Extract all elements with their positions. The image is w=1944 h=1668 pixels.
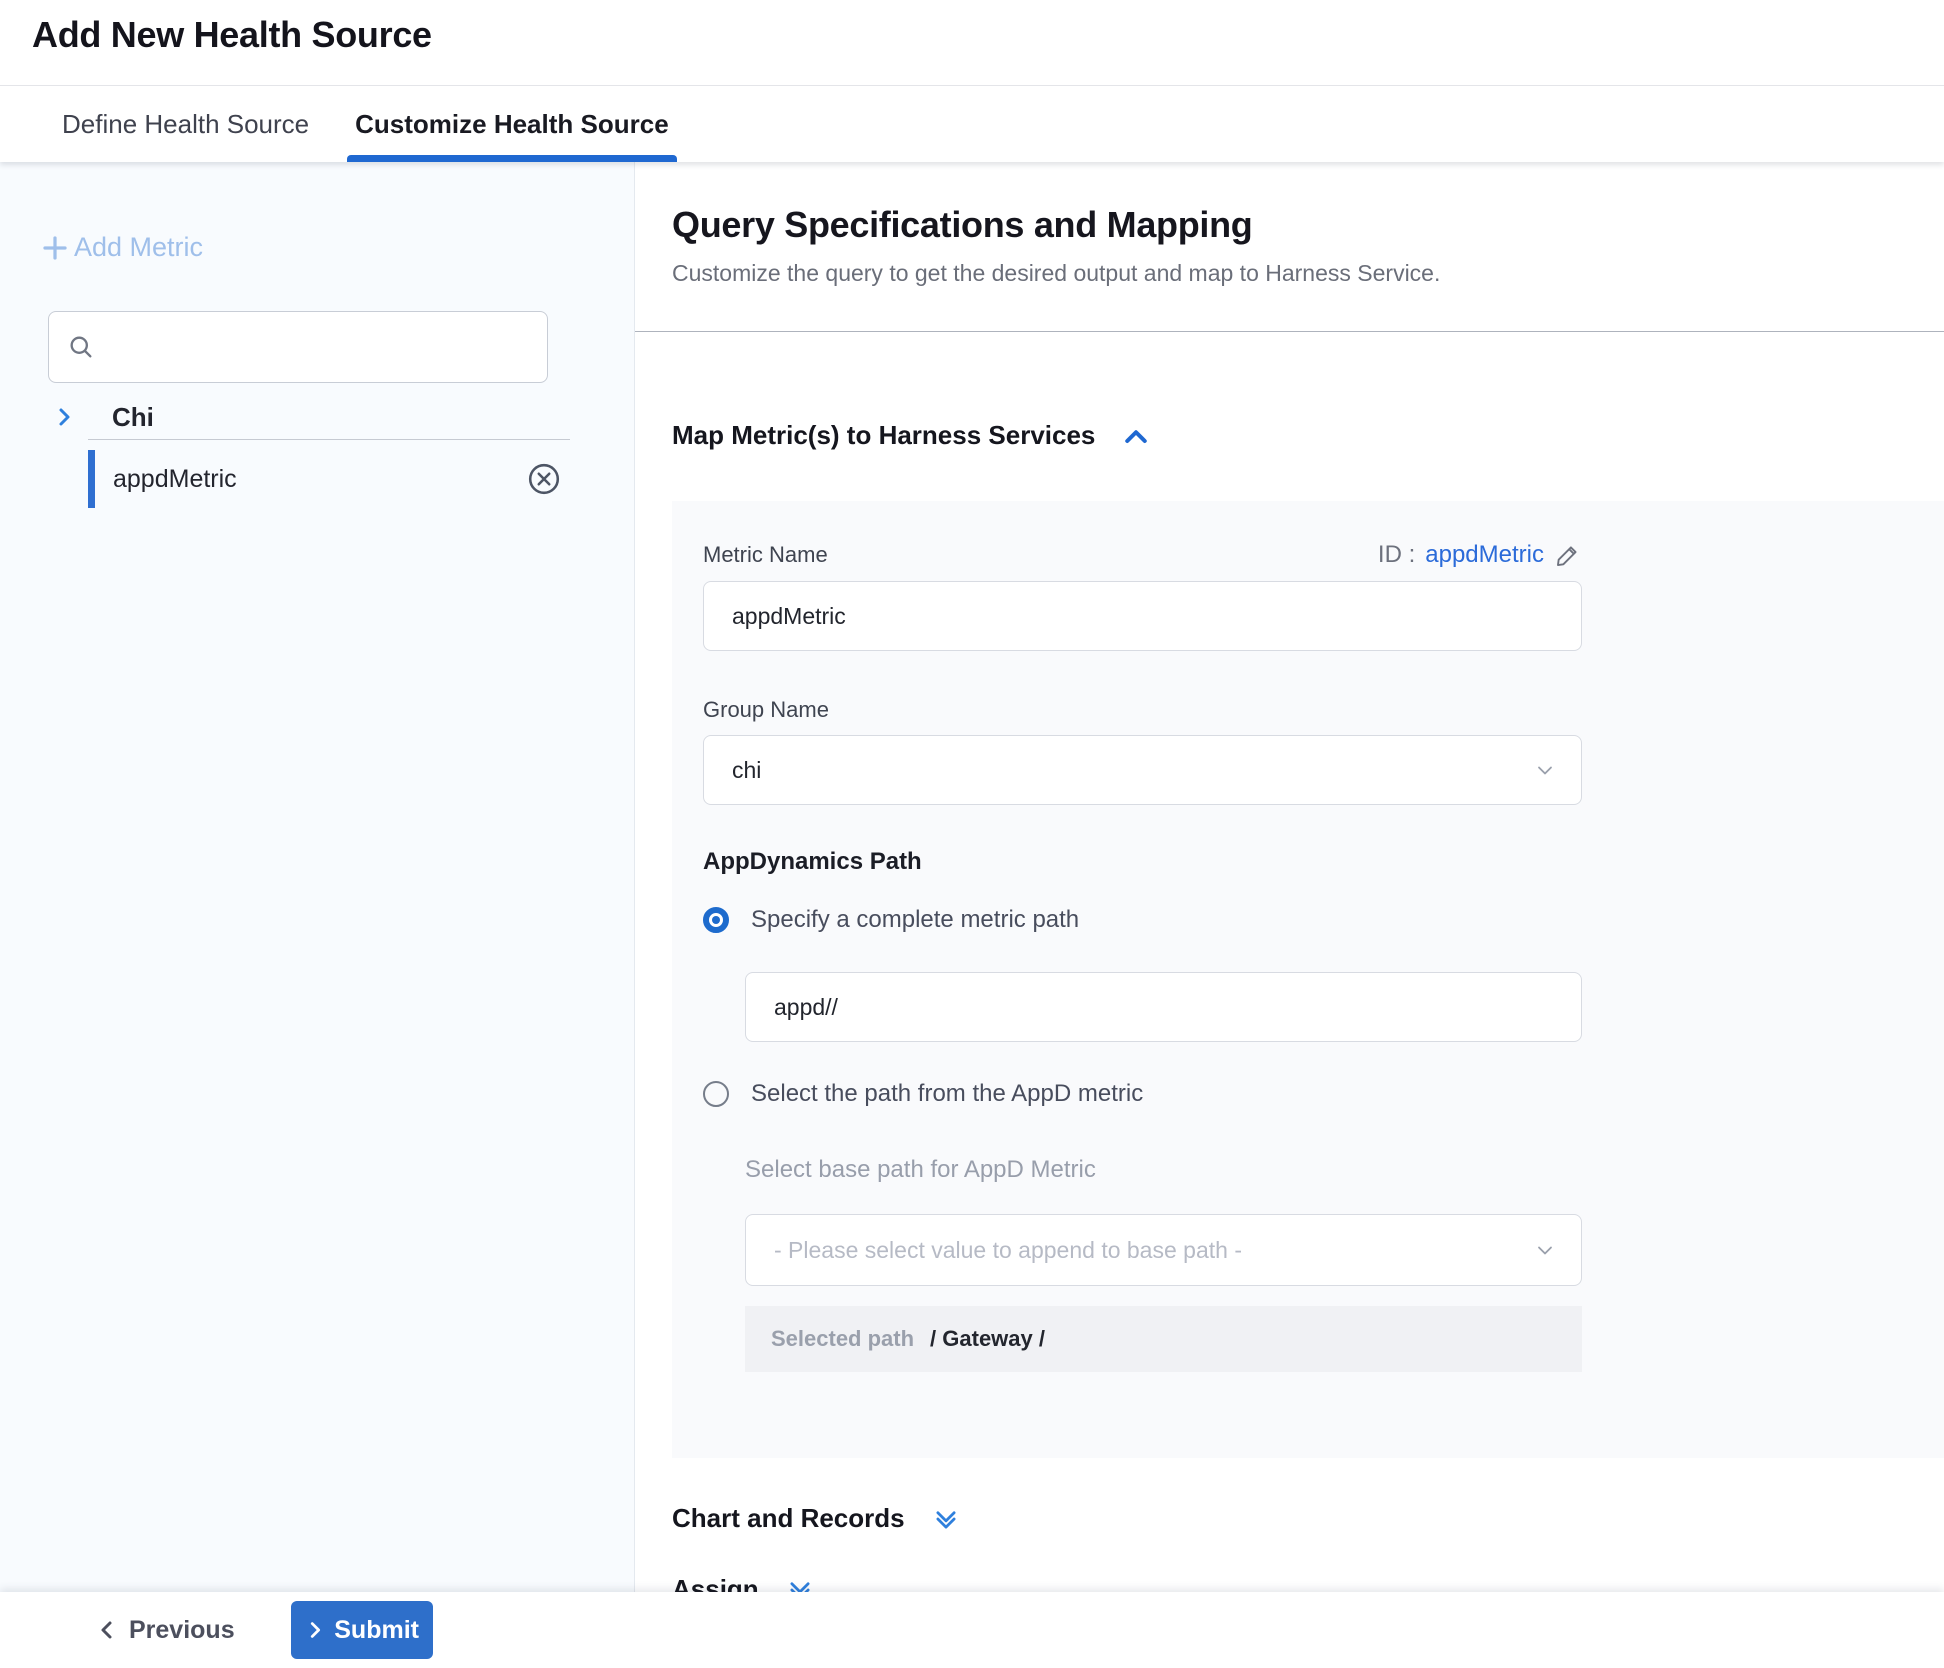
map-metrics-heading: Map Metric(s) to Harness Services (672, 420, 1095, 451)
add-metric-label: Add Metric (74, 232, 203, 263)
radio-select-path-label: Select the path from the AppD metric (751, 1080, 1143, 1108)
selected-path-value: / Gateway / (930, 1326, 1045, 1352)
remove-metric-icon[interactable] (526, 461, 562, 497)
base-path-select[interactable]: - Please select value to append to base … (745, 1214, 1582, 1286)
metric-id-label: ID : (1378, 541, 1415, 569)
chevron-up-icon[interactable] (1121, 421, 1151, 451)
tree-group-chi[interactable]: Chi (0, 395, 634, 439)
tree-divider (88, 439, 570, 440)
title-bar: Add New Health Source (0, 0, 1944, 86)
map-metrics-section-toggle[interactable]: Map Metric(s) to Harness Services (672, 420, 1944, 451)
tree-item-label: appdMetric (113, 465, 237, 494)
metric-search-input[interactable] (107, 312, 547, 382)
group-name-label: Group Name (703, 697, 1582, 723)
base-path-placeholder: - Please select value to append to base … (774, 1237, 1242, 1264)
map-metrics-form: Metric Name ID : appdMetric Group Name (672, 501, 1944, 1458)
dialog-footer: Previous Submit (0, 1592, 1944, 1668)
tab-define-health-source[interactable]: Define Health Source (54, 86, 317, 162)
chevron-left-icon (95, 1618, 119, 1642)
top-bar: Add New Health Source Define Health Sour… (0, 0, 1944, 162)
tab-bar: Define Health Source Customize Health So… (0, 86, 1944, 162)
metric-sidebar: Add Metric Chi appdMetric (0, 162, 635, 1592)
radio-selected-icon[interactable] (703, 907, 729, 933)
metric-name-input[interactable] (703, 581, 1582, 651)
tree-item-appdmetric[interactable]: appdMetric (88, 450, 634, 508)
radio-complete-path-label: Specify a complete metric path (751, 906, 1079, 934)
tab-label: Define Health Source (62, 109, 309, 140)
radio-unselected-icon[interactable] (703, 1081, 729, 1107)
complete-metric-path-input[interactable] (745, 972, 1582, 1042)
tab-customize-health-source[interactable]: Customize Health Source (347, 86, 677, 162)
edit-icon[interactable] (1554, 541, 1582, 569)
chart-and-records-heading: Chart and Records (672, 1503, 905, 1534)
search-icon (67, 333, 95, 361)
radio-option-complete-path[interactable]: Specify a complete metric path (703, 906, 1582, 934)
query-spec-panel: Query Specifications and Mapping Customi… (635, 162, 1944, 1592)
metric-search-box (48, 311, 548, 383)
radio-option-select-path[interactable]: Select the path from the AppD metric (703, 1080, 1582, 1108)
tree-group-label: Chi (112, 402, 154, 433)
tab-label: Customize Health Source (355, 109, 669, 140)
metric-id-value: appdMetric (1425, 541, 1544, 569)
group-name-value: chi (732, 757, 761, 784)
metric-tree: Chi appdMetric (0, 395, 634, 508)
chevron-down-icon (1533, 758, 1557, 782)
section-subtitle: Customize the query to get the desired o… (672, 260, 1944, 287)
plus-icon (40, 233, 74, 263)
section-divider (635, 331, 1944, 332)
submit-label: Submit (334, 1616, 419, 1645)
base-path-label: Select base path for AppD Metric (745, 1156, 1582, 1184)
section-title: Query Specifications and Mapping (672, 204, 1944, 246)
chevron-right-icon[interactable] (52, 405, 76, 429)
add-health-source-dialog: Add New Health Source Define Health Sour… (0, 0, 1944, 1668)
previous-label: Previous (129, 1616, 235, 1645)
submit-button[interactable]: Submit (291, 1601, 433, 1659)
chevron-down-icon (1533, 1238, 1557, 1262)
chart-and-records-toggle[interactable]: Chart and Records (672, 1503, 1944, 1534)
chevron-right-icon (304, 1619, 326, 1641)
selected-path-label: Selected path (771, 1326, 914, 1352)
selected-path-bar: Selected path / Gateway / (745, 1306, 1582, 1372)
chevron-down-icon[interactable] (931, 1504, 961, 1534)
add-metric-button[interactable]: Add Metric (40, 232, 203, 263)
previous-button[interactable]: Previous (95, 1616, 235, 1645)
metric-name-label: Metric Name (703, 542, 828, 568)
appdynamics-path-heading: AppDynamics Path (703, 848, 1582, 876)
group-name-select[interactable]: chi (703, 735, 1582, 805)
page-title: Add New Health Source (32, 14, 432, 56)
